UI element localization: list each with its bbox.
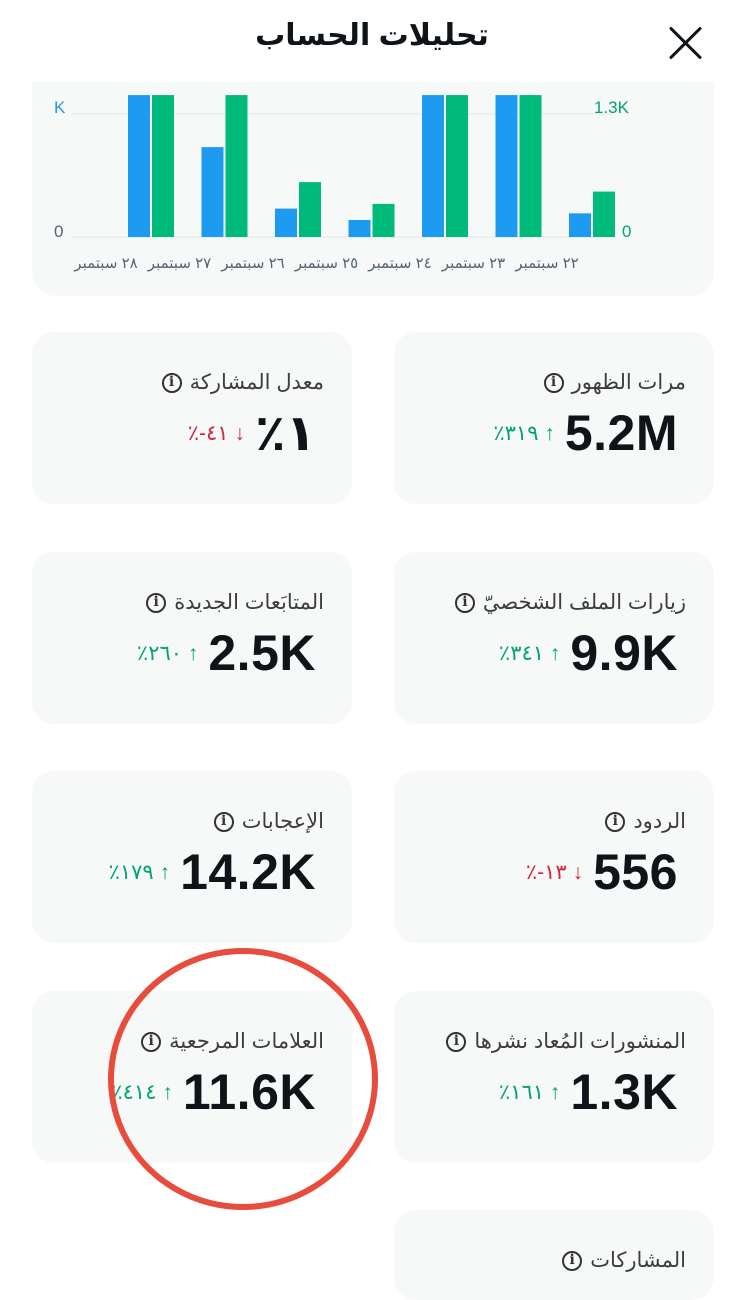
arrow-up-icon: ↑ [544, 421, 555, 445]
metric-card-shares[interactable]: المشاركات [394, 1210, 714, 1300]
info-icon[interactable] [543, 372, 564, 393]
metric-card-new-follows[interactable]: المتابَعات الجديدة ٪٢٦٠ ↑ 2.5K [32, 552, 352, 724]
metric-value: 9.9K [570, 625, 678, 681]
bar [446, 95, 468, 237]
x-tick-label: ٢٢ سبتمبر [514, 255, 578, 272]
right-axis-tick: 0 [622, 222, 631, 241]
right-axis-tick: 1.3K [594, 98, 630, 117]
info-icon[interactable] [562, 1250, 583, 1271]
x-tick-label: ٢٨ سبتمبر [73, 255, 137, 272]
metric-card-replies[interactable]: الردود ٪-١٣ ↓ 556 [394, 771, 714, 943]
metric-delta: ٪-٤١ ↓ [187, 421, 245, 445]
metric-delta: ٪٢٦٠ ↑ [136, 641, 199, 665]
bar [495, 95, 518, 237]
metric-delta: ٪١٦١ ↑ [498, 1080, 561, 1104]
bar-chart: K 0 1.3K 0 ٢٢ سبتمبر ٢٣ سبتمبر ٢٤ سبتمبر ٢٥ سبت… [54, 95, 631, 272]
bar [128, 95, 150, 237]
info-icon[interactable] [454, 592, 475, 613]
close-icon[interactable] [664, 22, 706, 64]
info-icon[interactable] [446, 1031, 467, 1052]
metric-value: 1.3K [570, 1064, 678, 1120]
bar [225, 95, 248, 237]
info-icon[interactable] [161, 372, 182, 393]
bar [152, 95, 174, 237]
arrow-up-icon: ↑ [159, 860, 171, 884]
bar [519, 95, 542, 237]
metric-card-likes[interactable]: الإعجابات ٪١٧٩ ↑ 14.2K [32, 771, 352, 943]
metric-label: الردود [605, 809, 686, 834]
info-icon[interactable] [213, 811, 234, 832]
bar [275, 208, 297, 237]
metric-value: 14.2K [180, 844, 316, 900]
arrow-up-icon: ↑ [549, 1080, 561, 1104]
arrow-up-icon: ↑ [187, 641, 199, 665]
page-title: تحليلات الحساب [255, 19, 489, 52]
arrow-up-icon: ↑ [162, 1080, 173, 1104]
metric-value: ٪١ [254, 405, 316, 461]
bar [593, 191, 615, 237]
bar [201, 147, 224, 237]
metric-label: معدل المشاركة [161, 370, 324, 395]
metric-card-engagement-rate[interactable]: معدل المشاركة ٪-٤١ ↓ ٪١ [32, 332, 352, 504]
metric-label: الإعجابات [213, 809, 324, 834]
metric-value: 5.2M [564, 405, 678, 461]
arrow-up-icon: ↑ [549, 641, 561, 665]
x-tick-label: ٢٥ سبتمبر [294, 255, 358, 272]
metric-label: العلامات المرجعية [141, 1029, 324, 1054]
metric-value: 556 [593, 844, 678, 900]
bar [422, 95, 444, 237]
info-icon[interactable] [141, 1031, 162, 1052]
bar [299, 182, 321, 237]
bar [348, 219, 371, 237]
x-tick-label: ٢٣ سبتمبر [441, 255, 505, 272]
metric-card-bookmarks[interactable]: العلامات المرجعية ٪٤١٤ ↑ 11.6K [32, 991, 352, 1163]
metric-delta: ٪٤١٤ ↑ [111, 1080, 173, 1104]
arrow-down-icon: ↓ [234, 421, 245, 445]
info-icon[interactable] [146, 592, 167, 613]
metric-delta: ٪١٧٩ ↑ [108, 860, 171, 884]
left-axis-tick: 0 [54, 222, 63, 241]
metric-label: زيارات الملف الشخصيّ [454, 590, 686, 615]
metric-value: 2.5K [208, 625, 316, 681]
left-axis-tick: K [54, 98, 66, 117]
metric-label: المنشورات المُعاد نشرها [446, 1029, 686, 1054]
metric-card-reposts[interactable]: المنشورات المُعاد نشرها ٪١٦١ ↑ 1.3K [394, 991, 714, 1163]
arrow-down-icon: ↓ [572, 860, 584, 884]
metric-label: مرات الظهور [543, 370, 686, 395]
metric-card-impressions[interactable]: مرات الظهور ٪٣١٩ ↑ 5.2M [394, 332, 714, 504]
info-icon[interactable] [605, 811, 626, 832]
metric-label: المتابَعات الجديدة [146, 590, 324, 615]
x-tick-label: ٢٤ سبتمبر [367, 255, 431, 272]
metric-label: المشاركات [562, 1248, 686, 1273]
chart-card: K 0 1.3K 0 ٢٢ سبتمبر ٢٣ سبتمبر ٢٤ سبتمبر ٢٥ سبت… [32, 82, 714, 296]
x-tick-label: ٢٧ سبتمبر [147, 255, 211, 272]
metric-card-profile-visits[interactable]: زيارات الملف الشخصيّ ٪٣٤١ ↑ 9.9K [394, 552, 714, 724]
header: تحليلات الحساب [0, 0, 744, 82]
metric-delta: ٪٣١٩ ↑ [493, 421, 555, 445]
bar [372, 203, 395, 237]
metric-delta: ٪-١٣ ↓ [525, 860, 584, 884]
metric-value: 11.6K [182, 1064, 316, 1120]
bar [569, 213, 591, 237]
x-tick-label: ٢٦ سبتمبر [220, 255, 284, 272]
metric-delta: ٪٣٤١ ↑ [498, 641, 561, 665]
